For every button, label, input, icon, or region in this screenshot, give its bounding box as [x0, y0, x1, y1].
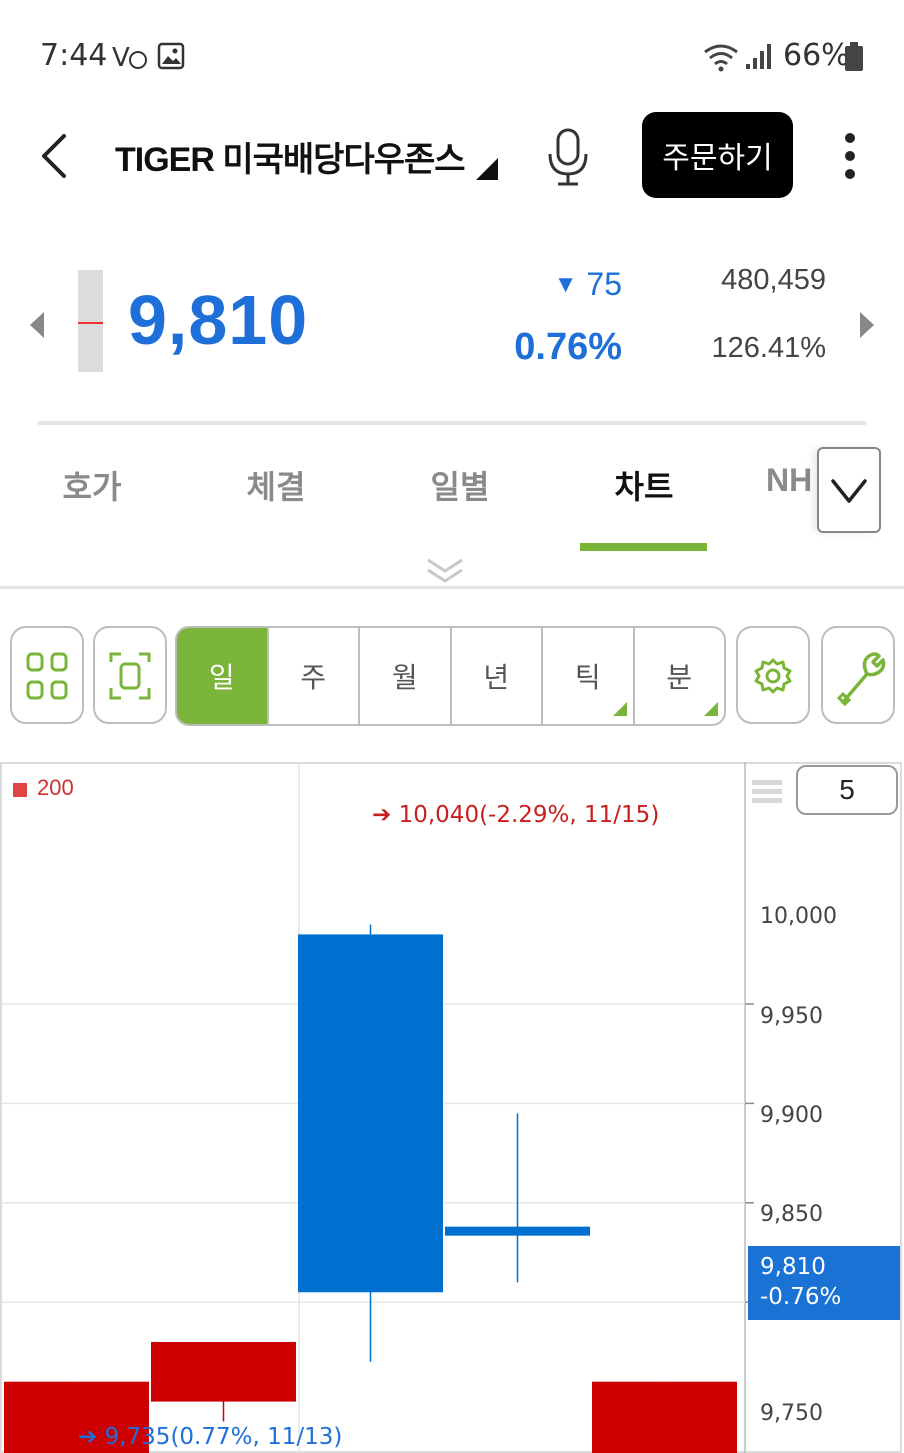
- microphone-icon[interactable]: [540, 126, 596, 188]
- more-vertical-icon[interactable]: [830, 128, 870, 184]
- volte-icon: V: [112, 43, 147, 72]
- dropdown-triangle-icon[interactable]: [476, 158, 498, 180]
- image-notification-icon: [157, 42, 185, 70]
- high-price-annotation: ➔ 10,040(-2.29%, 11/15): [372, 802, 659, 828]
- down-triangle-icon: ▼: [553, 271, 578, 298]
- tab-expand-button[interactable]: [817, 447, 881, 533]
- period-minute[interactable]: 분: [632, 628, 725, 724]
- legend-label: 200: [37, 775, 74, 800]
- next-stock-arrow-icon[interactable]: [856, 310, 876, 340]
- divider: [38, 421, 866, 425]
- current-price-tag: 9,810 -0.76%: [748, 1246, 900, 1320]
- chart-settings-button[interactable]: [736, 626, 810, 724]
- tab-hoga[interactable]: 호가: [40, 462, 144, 508]
- trading-volume: 480,459: [721, 264, 826, 296]
- period-count-input[interactable]: 5: [796, 765, 898, 815]
- period-year[interactable]: 년: [449, 628, 542, 724]
- tab-chart[interactable]: 차트: [592, 462, 696, 508]
- chart-tools-button[interactable]: [821, 626, 895, 724]
- double-chevron-down-icon[interactable]: [424, 556, 466, 586]
- wrench-icon: [836, 652, 886, 707]
- fullscreen-icon: [109, 652, 151, 700]
- candle-body[interactable]: [151, 1341, 296, 1402]
- right-arrow-icon: ➔: [78, 1424, 98, 1450]
- period-selector: 일 주 월 년 틱 분: [175, 626, 726, 726]
- volume-ratio: 126.41%: [711, 332, 827, 364]
- candle-body[interactable]: [298, 934, 443, 1293]
- wifi-icon: [704, 44, 738, 72]
- stock-title[interactable]: TIGER 미국배당다우존스: [115, 132, 466, 181]
- divider: [0, 586, 904, 589]
- period-week[interactable]: 주: [266, 628, 359, 724]
- period-day[interactable]: 일: [177, 628, 267, 724]
- period-tick-label: 틱: [574, 662, 601, 693]
- status-time: 7:44: [40, 38, 108, 73]
- period-month-label: 월: [391, 662, 418, 693]
- period-month[interactable]: 월: [358, 628, 450, 724]
- y-tick-label: 9,950: [760, 1004, 823, 1029]
- signal-icon: [746, 44, 771, 69]
- legend-swatch: [13, 783, 27, 797]
- tab-nh[interactable]: NH: [766, 462, 816, 499]
- order-button[interactable]: 주문하기: [642, 112, 793, 198]
- current-price-tag-value: 9,810: [760, 1254, 826, 1280]
- price-change: ▼ 75: [520, 266, 622, 303]
- submenu-corner-icon: [612, 702, 627, 716]
- tab-daily[interactable]: 일별: [408, 462, 512, 508]
- layout-button[interactable]: [10, 626, 84, 724]
- period-year-label: 년: [483, 662, 510, 693]
- settings-gear-icon: [754, 658, 792, 694]
- back-arrow-icon[interactable]: [30, 128, 80, 184]
- y-tick-label: 10,000: [760, 904, 837, 929]
- price-change-value: 75: [586, 266, 622, 302]
- grid-layout-icon: [26, 652, 68, 700]
- menu-lines-icon[interactable]: [752, 778, 782, 806]
- chevron-down-icon: [831, 479, 867, 503]
- y-tick-label: 9,750: [760, 1401, 823, 1426]
- period-week-label: 주: [300, 662, 327, 693]
- period-minute-label: 분: [666, 662, 693, 693]
- y-tick-label: 9,850: [760, 1202, 823, 1227]
- fullscreen-button[interactable]: [93, 626, 167, 724]
- high-price-label: 10,040(-2.29%, 11/15): [398, 802, 660, 828]
- current-price-tag-percent: -0.76%: [760, 1284, 842, 1310]
- candle-body[interactable]: [592, 1381, 737, 1453]
- active-tab-indicator: [580, 543, 707, 551]
- mini-candle-price-line: [78, 322, 103, 324]
- candle-body[interactable]: [445, 1226, 590, 1236]
- period-tick[interactable]: 틱: [541, 628, 633, 724]
- mini-candle-indicator: [78, 270, 103, 372]
- submenu-corner-icon: [704, 702, 718, 716]
- period-day-label: 일: [208, 662, 235, 693]
- battery-icon: [845, 42, 863, 71]
- y-tick-label: 9,900: [760, 1103, 823, 1128]
- price-change-percent: 0.76%: [514, 326, 622, 368]
- battery-percentage: 66%: [783, 38, 850, 73]
- previous-stock-arrow-icon[interactable]: [28, 310, 48, 340]
- right-arrow-icon: ➔: [372, 802, 392, 828]
- low-price-label: 9,735(0.77%, 11/13): [104, 1424, 343, 1450]
- tab-trades[interactable]: 체결: [224, 462, 328, 508]
- low-price-annotation: ➔ 9,735(0.77%, 11/13): [78, 1424, 342, 1450]
- current-price: 9,810: [128, 281, 309, 359]
- svg-text:V: V: [112, 43, 130, 72]
